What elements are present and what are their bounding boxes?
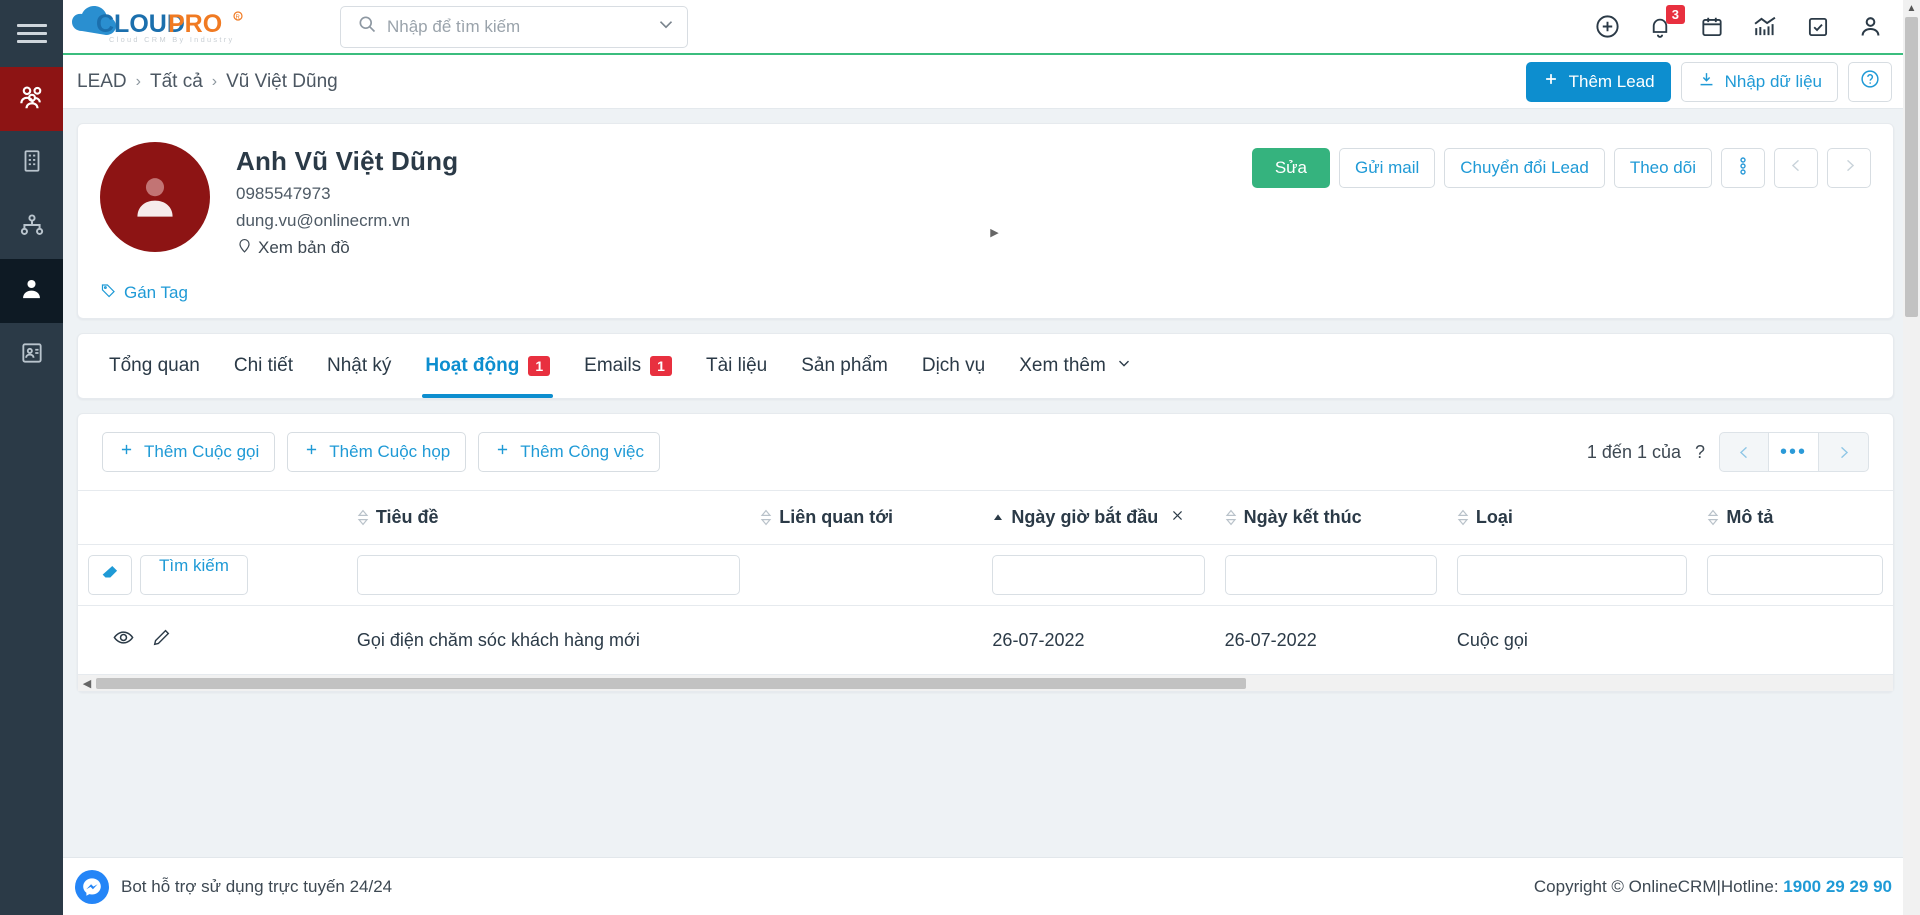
org-chart-icon <box>18 211 46 244</box>
hscroll-thumb[interactable] <box>96 678 1246 689</box>
hotline-link[interactable]: 1900 29 29 90 <box>1783 877 1892 896</box>
breadcrumb-item-1[interactable]: Tất cả <box>150 71 203 93</box>
activities-grid-card: Thêm Cuộc gọi Thêm Cuộc họp Thêm Công vi… <box>77 227 1894 692</box>
prev-record-button[interactable] <box>1774 148 1818 188</box>
top-header-bar: CLOUD PRO R Cloud CRM By Industry Nhập đ… <box>63 0 1920 55</box>
app-root: CLOUD PRO R Cloud CRM By Industry Nhập đ… <box>0 0 1920 915</box>
follow-button[interactable]: Theo dõi <box>1613 148 1712 188</box>
notifications-bell-icon[interactable]: 3 <box>1647 4 1685 40</box>
person-icon <box>18 275 45 307</box>
user-account-icon[interactable] <box>1857 13 1884 40</box>
footer-bot-text: Bot hỗ trợ sử dụng trực tuyến 24/24 <box>121 876 393 896</box>
hscroll-right-arrow[interactable]: ▶ <box>96 226 1893 858</box>
page-title: Anh Vũ Việt Dũng <box>236 146 459 176</box>
breadcrumb-bar: LEAD › Tất cả › Vũ Việt Dũng Thêm Lead N… <box>63 55 1920 109</box>
global-search <box>340 5 688 48</box>
cloudpro-logo[interactable]: CLOUD PRO R Cloud CRM By Industry <box>68 4 253 50</box>
page-footer: Bot hỗ trợ sử dụng trực tuyến 24/24 Copy… <box>63 857 1920 915</box>
chevron-down-icon[interactable] <box>647 13 677 40</box>
breadcrumb-separator: › <box>135 72 141 90</box>
footer-copyright: Copyright © OnlineCRM|Hotline: 1900 29 2… <box>1534 877 1892 897</box>
hamburger-menu-button[interactable] <box>0 0 63 67</box>
analytics-chart-icon[interactable] <box>1751 13 1779 41</box>
add-lead-button[interactable]: Thêm Lead <box>1525 61 1671 102</box>
search-box[interactable] <box>340 5 688 48</box>
chevron-right-icon <box>1840 156 1859 180</box>
hscroll-left-arrow[interactable]: ◀ <box>78 677 96 690</box>
import-data-button[interactable]: Nhập dữ liệu <box>1680 61 1838 102</box>
breadcrumb-item-2[interactable]: Vũ Việt Dũng <box>226 71 338 93</box>
scroll-up-arrow[interactable]: ▲ <box>1903 0 1920 17</box>
download-icon <box>1697 70 1716 94</box>
calendar-icon[interactable] <box>1699 14 1725 40</box>
header-icon-group: 3 <box>1594 4 1920 41</box>
rail-item-network[interactable] <box>0 195 63 259</box>
table-horizontal-scrollbar[interactable]: ◀ ▶ <box>78 227 1893 691</box>
help-button[interactable] <box>1848 61 1892 102</box>
next-record-button[interactable] <box>1827 148 1871 188</box>
svg-text:PRO: PRO <box>168 10 222 38</box>
notification-badge: 3 <box>1665 4 1685 24</box>
page-scrollbar[interactable]: ▲ <box>1903 0 1920 915</box>
svg-text:Cloud CRM By Industry: Cloud CRM By Industry <box>109 35 235 44</box>
breadcrumb-item-0[interactable]: LEAD <box>77 71 127 93</box>
profile-phone[interactable]: 0985547973 <box>236 184 458 204</box>
chevron-left-icon <box>1787 156 1806 180</box>
send-mail-button[interactable]: Gửi mail <box>1339 148 1436 188</box>
breadcrumb-separator: › <box>211 72 218 90</box>
id-card-icon <box>19 340 45 371</box>
plus-icon <box>1542 70 1560 93</box>
more-vertical-icon <box>1740 155 1746 182</box>
rail-item-leads[interactable] <box>0 259 63 323</box>
breadcrumb-actions: Thêm Lead Nhập dữ liệu <box>1525 61 1892 102</box>
rail-item-organizations[interactable] <box>0 131 63 195</box>
building-icon <box>19 148 45 179</box>
page-scroll-thumb[interactable] <box>1905 17 1918 317</box>
import-data-label: Nhập dữ liệu <box>1724 71 1822 91</box>
profile-actions: Sửa Gửi mail Chuyển đổi Lead Theo dõi <box>1251 142 1871 188</box>
more-actions-button[interactable] <box>1721 148 1765 188</box>
svg-text:R: R <box>236 15 241 21</box>
search-icon <box>357 14 377 39</box>
help-circle-icon <box>1859 68 1881 95</box>
messenger-icon[interactable] <box>75 869 109 904</box>
edit-button[interactable]: Sửa <box>1251 148 1330 188</box>
copyright-text: Copyright © OnlineCRM|Hotline: <box>1533 876 1779 896</box>
add-circle-icon[interactable] <box>1594 13 1621 40</box>
content-scroll-area: Anh Vũ Việt Dũng 0985547973 dung.vu@onli… <box>63 109 1920 857</box>
convert-lead-button[interactable]: Chuyển đổi Lead <box>1444 148 1605 188</box>
rail-item-documents[interactable] <box>0 323 63 387</box>
breadcrumb: LEAD › Tất cả › Vũ Việt Dũng <box>77 71 338 93</box>
hamburger-menu-icon <box>16 24 47 43</box>
search-input[interactable] <box>387 16 647 37</box>
left-rail <box>0 0 63 915</box>
main-column: CLOUD PRO R Cloud CRM By Industry Nhập đ… <box>63 0 1920 915</box>
task-checkbox-icon[interactable] <box>1805 14 1831 40</box>
rail-item-contacts[interactable] <box>0 67 63 131</box>
people-group-icon <box>17 82 47 117</box>
rail-filler <box>0 387 63 915</box>
activities-table-wrap: Tiêu đề Liên quan tới Ngày giờ bắt đầu N… <box>78 227 1893 691</box>
add-lead-label: Thêm Lead <box>1568 71 1655 91</box>
footer-bot[interactable]: Bot hỗ trợ sử dụng trực tuyến 24/24 <box>63 869 393 904</box>
